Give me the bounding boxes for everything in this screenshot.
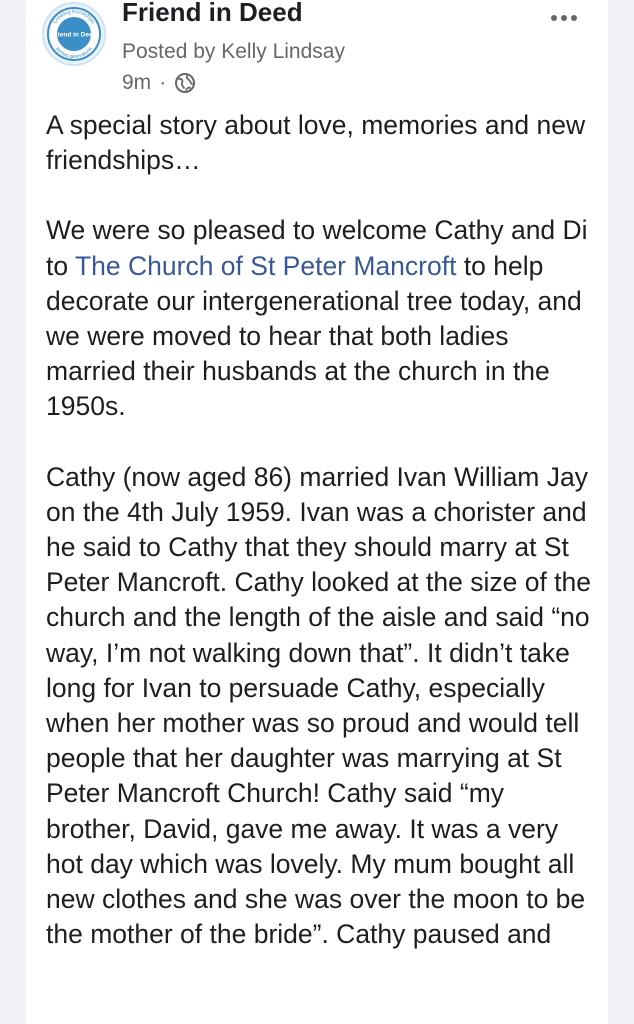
posted-by-text: Posted by Kelly Lindsay [122,40,345,63]
post-body: A special story about love, memories and… [46,108,594,987]
post-paragraph: A special story about love, memories and… [46,110,586,176]
more-options-button[interactable] [544,4,584,32]
svg-text:Friend in Deed: Friend in Deed [51,32,96,39]
meta-separator: · [159,71,167,94]
post-card: Creating friendships across generations … [26,0,608,1024]
more-options-dot [571,15,577,21]
post-timestamp[interactable]: 9m [122,71,151,95]
friend-in-deed-logo: Creating friendships across generations … [47,7,101,61]
page-avatar[interactable]: Creating friendships across generations … [42,2,106,66]
church-link[interactable]: The Church of St Peter Mancroft [75,251,456,281]
post-meta: 9m · [122,71,196,95]
page-name-link[interactable]: Friend in Deed [122,0,303,28]
post-header: Creating friendships across generations … [26,0,608,104]
more-options-dot [561,15,567,21]
post-paragraph: Cathy (now aged 86) married Ivan William… [46,461,592,950]
post-paragraph: We were so pleased to welcome Cathy and … [46,213,594,424]
globe-icon[interactable] [174,72,196,94]
more-options-icon [551,15,557,21]
